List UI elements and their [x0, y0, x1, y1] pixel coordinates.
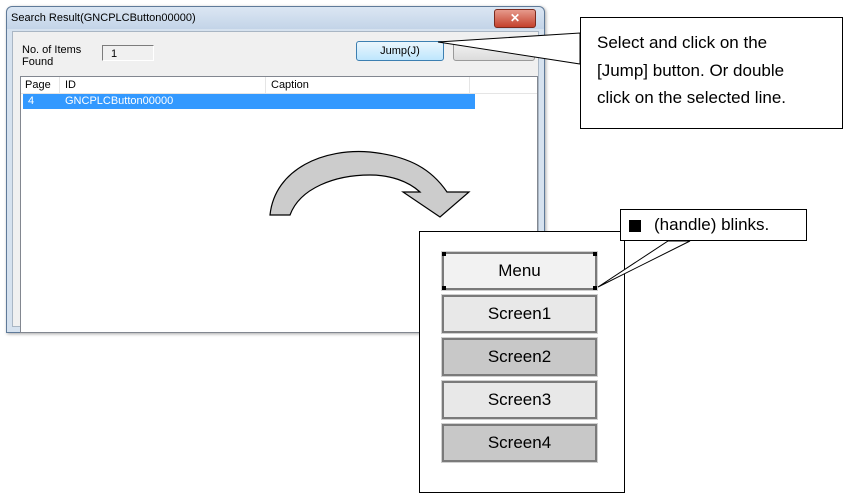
items-found-label: No. of Items Found [22, 44, 82, 68]
column-divider [469, 77, 470, 93]
screen2-button[interactable]: Screen2 [441, 337, 598, 377]
table-row[interactable]: 4 GNCPLCButton00000 [23, 94, 475, 109]
column-divider [265, 77, 266, 93]
row-id: GNCPLCButton00000 [65, 95, 174, 107]
dialog-title: Search Result(GNCPLCButton00000) [11, 12, 196, 24]
handle-icon[interactable] [442, 252, 446, 256]
callout-line: click on the selected line. [597, 88, 786, 107]
close-icon[interactable]: ✕ [494, 9, 536, 28]
screen-preview-panel: Menu Screen1 Screen2 Screen3 Screen4 [419, 231, 625, 493]
menu-button[interactable]: Menu [441, 251, 598, 291]
handle-square-icon [629, 220, 641, 232]
callout-line: [Jump] button. Or double [597, 60, 785, 80]
dialog-titlebar[interactable]: Search Result(GNCPLCButton00000) ✕ [7, 7, 544, 29]
row-page: 4 [28, 95, 35, 107]
items-found-value: 1 [102, 45, 154, 61]
column-divider [59, 77, 60, 93]
jump-button[interactable]: Jump(J) [356, 41, 444, 61]
screen1-button[interactable]: Screen1 [441, 294, 598, 334]
screen3-button[interactable]: Screen3 [441, 380, 598, 420]
callout-handle-blinks: (handle) blinks. [620, 209, 807, 241]
handle-icon[interactable] [442, 286, 446, 290]
column-header-id[interactable]: ID [65, 79, 76, 91]
list-header: Page ID Caption [21, 77, 537, 94]
handle-icon[interactable] [593, 286, 597, 290]
close-button[interactable] [453, 41, 535, 61]
callout-select-jump: Select and click on the [Jump] button. O… [580, 17, 843, 129]
handle-icon[interactable] [593, 252, 597, 256]
screen1-button-label: Screen1 [487, 304, 552, 323]
callout-select-text: Select and click on the [Jump] button. O… [597, 29, 842, 112]
callout-handle-text: (handle) blinks. [654, 215, 770, 234]
screen4-button-label: Screen4 [487, 433, 552, 452]
column-header-caption[interactable]: Caption [271, 79, 309, 91]
screen2-button-label: Screen2 [487, 347, 552, 366]
screen3-button-label: Screen3 [487, 390, 552, 409]
menu-button-label: Menu [498, 261, 541, 280]
column-header-page[interactable]: Page [25, 79, 51, 91]
callout-line: Select and click on the [597, 33, 768, 52]
screen4-button[interactable]: Screen4 [441, 423, 598, 463]
